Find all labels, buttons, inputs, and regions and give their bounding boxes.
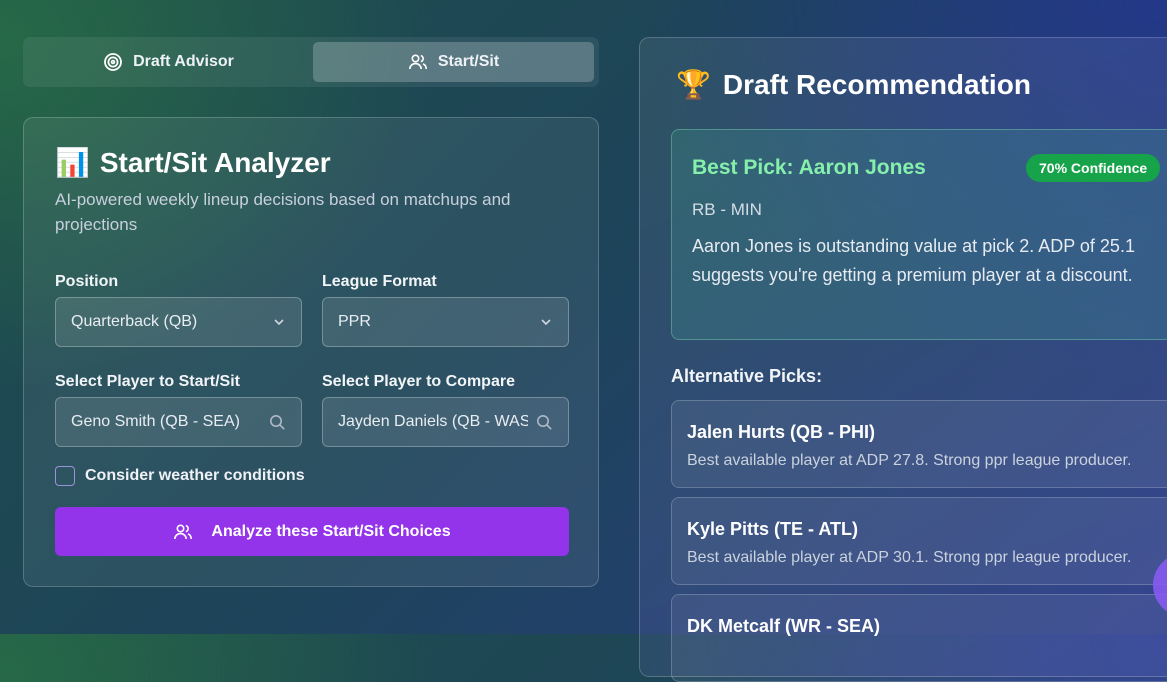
confidence-badge: 70% Confidence: [1026, 154, 1161, 182]
analyze-button[interactable]: Analyze these Start/Sit Choices: [55, 507, 569, 556]
alternative-pick[interactable]: Kyle Pitts (TE - ATL) Best available pla…: [671, 497, 1167, 585]
compare-search-input[interactable]: Jayden Daniels (QB - WAS): [322, 397, 569, 447]
position-value: Quarterback (QB): [71, 313, 198, 330]
position-select[interactable]: Quarterback (QB): [55, 297, 302, 347]
analyze-label: Analyze these Start/Sit Choices: [211, 522, 451, 540]
player-label: Select Player to Start/Sit: [55, 373, 240, 390]
alternative-name: Jalen Hurts (QB - PHI): [687, 422, 876, 442]
alternative-description: Best available player at ADP 27.8. Stron…: [687, 452, 1132, 469]
recommendation-title-text: Draft Recommendation: [722, 68, 1031, 100]
compare-label: Select Player to Compare: [322, 373, 515, 390]
best-pick-description: Aaron Jones is outstanding value at pick…: [692, 236, 1135, 285]
position-label: Position: [55, 273, 119, 290]
tab-label: Draft Advisor: [133, 53, 234, 70]
search-icon: [270, 414, 285, 430]
tab-draft-advisor[interactable]: Draft Advisor: [28, 42, 309, 82]
start-sit-analyzer-card: 📊 Start/Sit Analyzer AI-powered weekly l…: [23, 117, 599, 587]
league-format-value: PPR: [338, 313, 371, 330]
player-search-input[interactable]: Geno Smith (QB - SEA): [55, 397, 302, 447]
alternative-pick[interactable]: DK Metcalf (WR - SEA): [671, 594, 1167, 682]
recommendation-title: 🏆 Draft Recommendation: [676, 68, 1031, 101]
alternative-description: Best available player at ADP 30.1. Stron…: [687, 549, 1132, 566]
weather-option: Consider weather conditions: [55, 466, 305, 486]
chart-emoji-icon: 📊: [55, 147, 90, 178]
best-pick-name: Best Pick: Aaron Jones: [692, 156, 926, 179]
draft-recommendation-card: 🏆 Draft Recommendation Best Pick: Aaron …: [639, 37, 1167, 682]
users-icon: [174, 523, 193, 539]
tab-start-sit[interactable]: Start/Sit: [313, 42, 594, 82]
league-format-select[interactable]: PPR: [322, 297, 569, 347]
analyzer-title: 📊 Start/Sit Analyzer: [55, 146, 331, 179]
trophy-icon: 🏆: [676, 69, 711, 100]
users-icon: [408, 54, 427, 70]
player-value: Geno Smith (QB - SEA): [71, 413, 240, 430]
weather-checkbox[interactable]: [55, 466, 75, 486]
alternative-name: Kyle Pitts (TE - ATL): [687, 519, 858, 539]
weather-label: Consider weather conditions: [85, 467, 305, 484]
best-pick-position: RB - MIN: [692, 200, 762, 219]
search-icon: [537, 414, 552, 430]
target-icon: [104, 53, 123, 71]
analyzer-subtitle: AI-powered weekly lineup decisions based…: [55, 190, 511, 234]
compare-value: Jayden Daniels (QB - WAS): [338, 413, 528, 430]
chevron-down-icon: [274, 319, 284, 326]
analyzer-title-text: Start/Sit Analyzer: [99, 146, 331, 178]
alternative-pick[interactable]: Jalen Hurts (QB - PHI) Best available pl…: [671, 400, 1167, 488]
best-pick-panel: Best Pick: Aaron Jones 70% Confidence RB…: [671, 129, 1167, 340]
chevron-down-icon: [541, 319, 551, 326]
league-format-label: League Format: [322, 273, 437, 290]
mode-tabs: Draft Advisor Start/Sit: [23, 37, 599, 87]
alternatives-heading: Alternative Picks:: [671, 366, 823, 386]
tab-label: Start/Sit: [437, 53, 500, 70]
